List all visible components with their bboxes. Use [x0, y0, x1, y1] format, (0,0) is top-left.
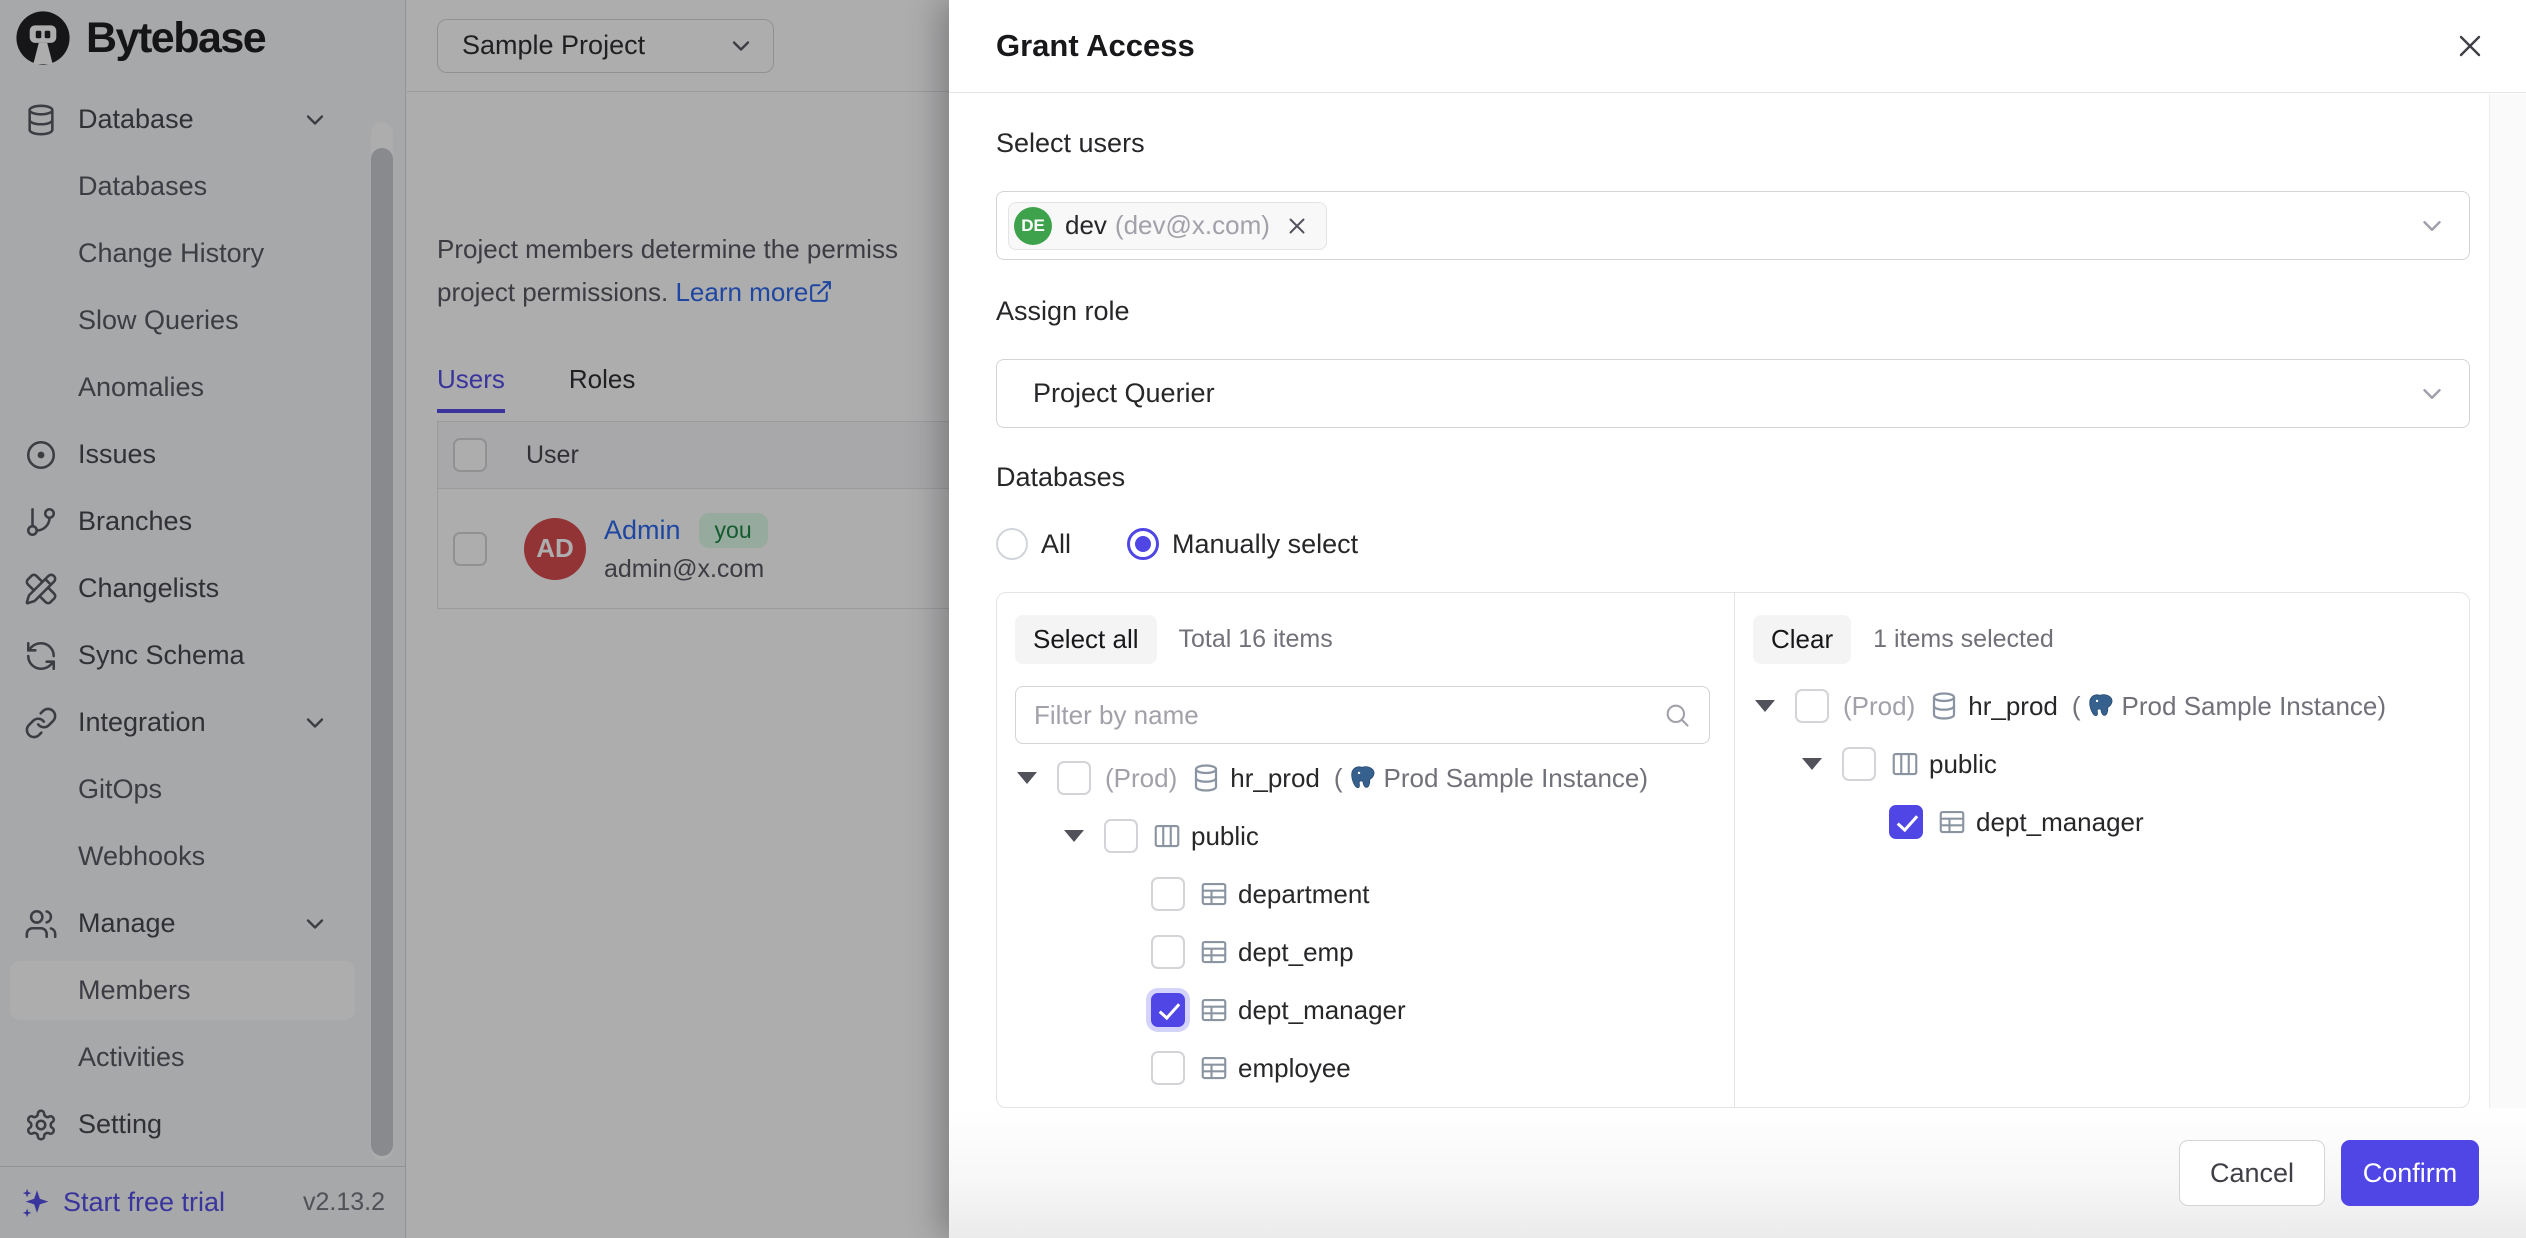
tree-row-database[interactable]: (Prod) hr_prod ( Prod Sample Instance): [997, 749, 1734, 807]
tree-row-table[interactable]: dept_manager: [1735, 793, 2469, 851]
tree-row-table[interactable]: department: [997, 865, 1734, 923]
user-avatar: DE: [1014, 207, 1052, 245]
tree-row-schema[interactable]: public: [997, 807, 1734, 865]
database-name: hr_prod: [1230, 763, 1320, 794]
radio-manually-select[interactable]: [1127, 528, 1159, 560]
remove-user-icon[interactable]: [1284, 213, 1310, 239]
caret-down-icon[interactable]: [1802, 758, 1822, 770]
chevron-down-icon: [2417, 379, 2447, 409]
table-icon: [1937, 807, 1967, 837]
radio-all-label: All: [1041, 529, 1071, 560]
database-scope-radios: All Manually select: [996, 528, 1358, 560]
modal-header: Grant Access: [949, 0, 2526, 93]
select-users-label: Select users: [996, 128, 1145, 159]
instance-name: Prod Sample Instance): [2122, 691, 2386, 722]
env-label: (Prod): [1843, 691, 1915, 722]
schema-name: public: [1191, 821, 1259, 852]
assign-role-label: Assign role: [996, 296, 1130, 327]
modal-scrollbar-track[interactable]: [2489, 94, 2526, 1108]
user-name: dev: [1065, 210, 1107, 241]
user-email: (dev@x.com): [1115, 210, 1270, 241]
role-select[interactable]: Project Querier: [996, 359, 2470, 428]
caret-down-icon[interactable]: [1755, 700, 1775, 712]
checkbox[interactable]: [1795, 689, 1829, 723]
postgresql-icon: [1349, 764, 1378, 793]
selected-count-label: 1 items selected: [1873, 625, 2054, 654]
table-name: department: [1238, 879, 1370, 910]
select-all-button[interactable]: Select all: [1015, 615, 1157, 664]
caret-down-icon[interactable]: [1064, 830, 1084, 842]
table-icon: [1199, 879, 1229, 909]
filter-input-wrapper: [1015, 686, 1710, 744]
tree-row-table[interactable]: dept_manager: [997, 981, 1734, 1039]
postgresql-icon: [2087, 692, 2116, 721]
database-name: hr_prod: [1968, 691, 2058, 722]
caret-down-icon[interactable]: [1017, 772, 1037, 784]
radio-all[interactable]: [996, 528, 1028, 560]
table-name: dept_emp: [1238, 937, 1354, 968]
cancel-button[interactable]: Cancel: [2179, 1140, 2325, 1206]
checkbox[interactable]: [1151, 1051, 1185, 1085]
checkbox[interactable]: [1151, 877, 1185, 911]
filter-input[interactable]: [1034, 700, 1663, 731]
table-icon: [1199, 995, 1229, 1025]
total-items-label: Total 16 items: [1179, 625, 1333, 654]
table-icon: [1199, 1053, 1229, 1083]
schema-icon: [1890, 749, 1920, 779]
schema-icon: [1152, 821, 1182, 851]
tree-row-schema[interactable]: public: [1735, 735, 2469, 793]
database-icon: [1929, 691, 1959, 721]
table-name: dept_manager: [1976, 807, 2144, 838]
instance-paren: (: [2072, 691, 2081, 722]
checkbox[interactable]: [1842, 747, 1876, 781]
tree-row-table[interactable]: dept_emp: [997, 923, 1734, 981]
checkbox[interactable]: [1151, 935, 1185, 969]
confirm-button[interactable]: Confirm: [2341, 1140, 2479, 1206]
checkbox[interactable]: [1104, 819, 1138, 853]
radio-manual-label: Manually select: [1172, 529, 1358, 560]
env-label: (Prod): [1105, 763, 1177, 794]
grant-access-modal: Grant Access Select users DE dev (dev@x.…: [949, 0, 2526, 1238]
instance-paren: (: [1334, 763, 1343, 794]
table-name: employee: [1238, 1053, 1351, 1084]
table-icon: [1199, 937, 1229, 967]
selected-pane: Clear 1 items selected (Prod) hr_prod (: [1734, 593, 2469, 1107]
checkbox-checked[interactable]: [1151, 993, 1185, 1027]
databases-label: Databases: [996, 462, 1125, 493]
chevron-down-icon: [2417, 211, 2447, 241]
close-icon[interactable]: [2452, 28, 2488, 64]
modal-title: Grant Access: [996, 28, 1195, 64]
select-users-input[interactable]: DE dev (dev@x.com): [996, 191, 2470, 260]
checkbox[interactable]: [1057, 761, 1091, 795]
clear-button[interactable]: Clear: [1753, 615, 1851, 664]
selected-user-chip[interactable]: DE dev (dev@x.com): [1008, 202, 1327, 250]
source-pane: Select all Total 16 items (Prod) hr_prod: [997, 593, 1734, 1107]
instance-name: Prod Sample Instance): [1384, 763, 1648, 794]
role-select-value: Project Querier: [1033, 378, 1215, 409]
tree-row-table[interactable]: employee: [997, 1039, 1734, 1097]
checkbox-checked[interactable]: [1889, 805, 1923, 839]
modal-footer: Cancel Confirm: [949, 1108, 2526, 1238]
tree-row-database[interactable]: (Prod) hr_prod ( Prod Sample Instance): [1735, 677, 2469, 735]
schema-name: public: [1929, 749, 1997, 780]
table-name: dept_manager: [1238, 995, 1406, 1026]
database-transfer-panel: Select all Total 16 items (Prod) hr_prod: [996, 592, 2470, 1108]
search-icon: [1663, 701, 1691, 729]
database-icon: [1191, 763, 1221, 793]
